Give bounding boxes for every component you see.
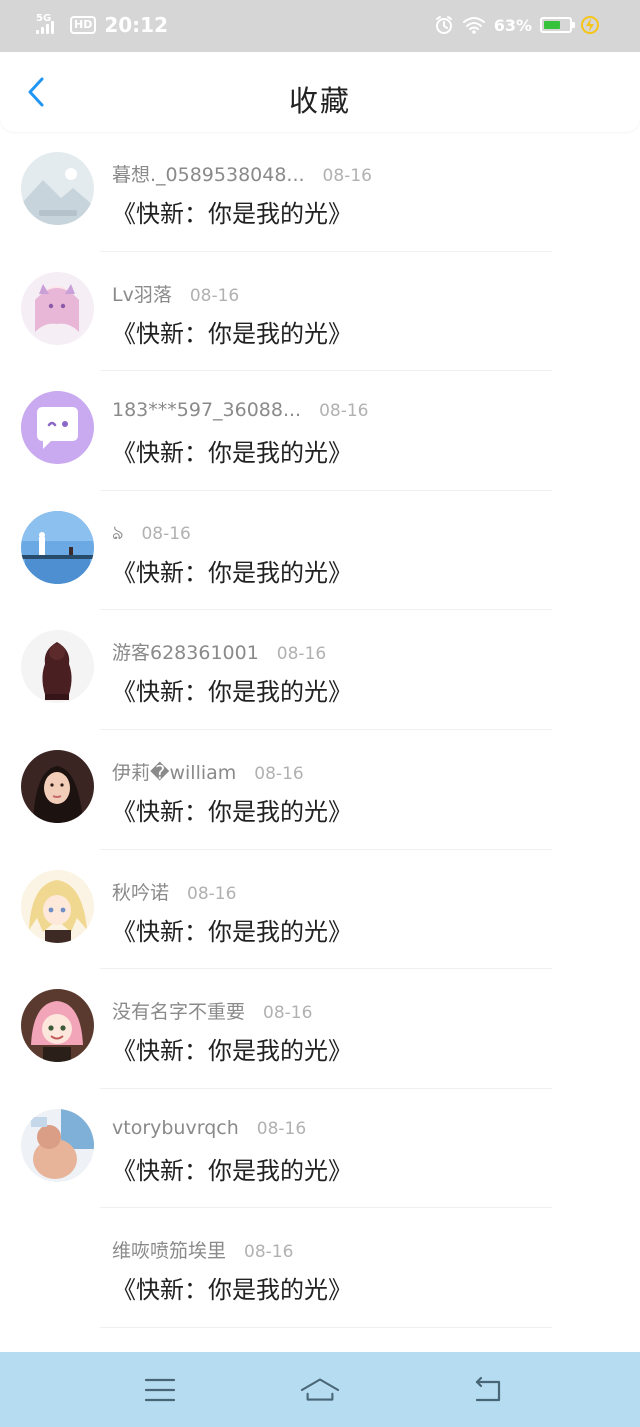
clock: 20:12: [104, 13, 169, 37]
content-title[interactable]: 《快新：你是我的光》: [112, 194, 352, 229]
user-name: 183***597_36088...: [112, 399, 302, 422]
list-item[interactable]: 没有名字不重要 08-16 《快新：你是我的光》: [0, 969, 640, 1089]
alarm-icon: [435, 16, 452, 34]
content-title[interactable]: 《快新：你是我的光》: [112, 553, 352, 588]
avatar[interactable]: [21, 1228, 94, 1302]
hd-badge: HD: [70, 16, 97, 34]
portrait-avatar-icon: [21, 749, 94, 823]
avatar[interactable]: [21, 391, 94, 465]
avatar[interactable]: [21, 271, 94, 345]
date: 08-16: [141, 523, 191, 544]
date: 08-16: [187, 883, 237, 904]
avatar[interactable]: [21, 510, 94, 584]
user-name: 暮想._0589538048...: [112, 164, 305, 186]
system-nav-bar: [0, 1352, 640, 1427]
page-title: 收藏: [288, 84, 351, 118]
avatar[interactable]: [21, 989, 94, 1063]
home-button[interactable]: [300, 1370, 340, 1410]
list-item[interactable]: 维咴喷笳埃里 08-16 《快新：你是我的光》: [0, 1208, 640, 1328]
date: 08-16: [256, 1118, 307, 1139]
avatar[interactable]: [21, 630, 94, 704]
list-item[interactable]: ঌ 08-16 《快新：你是我的光》: [0, 491, 640, 611]
status-bar: 5G HD 20:12 63%: [0, 0, 640, 52]
list-item[interactable]: Lv羽落 08-16 《快新：你是我的光》: [0, 252, 640, 372]
list-item[interactable]: 暮想._0589538048... 08-16 《快新：你是我的光》: [0, 132, 640, 252]
divider: [100, 1326, 552, 1328]
signal-icon: 5G: [36, 14, 62, 36]
avatar[interactable]: [21, 152, 94, 225]
content-title[interactable]: 《快新：你是我的光》: [112, 433, 352, 468]
date: 08-16: [189, 285, 240, 306]
date: 08-16: [244, 1242, 294, 1263]
anime-girl-avatar-icon: [21, 271, 94, 345]
battery-percent: 63%: [493, 15, 532, 35]
user-name: 游客628361001: [112, 642, 259, 665]
charging-icon: [581, 16, 599, 34]
photo-avatar-icon: [21, 1108, 94, 1182]
menu-icon: [144, 1378, 176, 1402]
date: 08-16: [322, 166, 372, 186]
user-name: vtorybuvrqch: [112, 1116, 239, 1139]
date: 08-16: [276, 644, 327, 665]
content-title[interactable]: 《快新：你是我的光》: [112, 672, 352, 707]
user-name: ঌ: [112, 521, 124, 544]
content-title[interactable]: 《快新：你是我的光》: [112, 1151, 352, 1186]
home-icon: [300, 1378, 340, 1401]
list-item[interactable]: 秋吟诺 08-16 《快新：你是我的光》: [0, 850, 640, 970]
chat-bubble-avatar-icon: [21, 391, 94, 465]
content-title[interactable]: 《快新：你是我的光》: [112, 792, 352, 827]
list-item[interactable]: 伊莉�william 08-16 《快新：你是我的光》: [0, 730, 640, 850]
user-name: 伊莉�william: [112, 761, 237, 784]
date: 08-16: [319, 401, 369, 422]
menu-button[interactable]: [140, 1370, 180, 1410]
avatar[interactable]: [21, 749, 94, 823]
header: 收藏: [0, 52, 640, 132]
anime-pink-avatar-icon: [21, 989, 94, 1063]
statue-avatar-icon: [21, 630, 94, 704]
network-type: 5G: [36, 13, 52, 24]
list-item[interactable]: vtorybuvrqch 08-16 《快新：你是我的光》: [0, 1089, 640, 1209]
landscape-avatar-icon: [21, 152, 94, 225]
date: 08-16: [254, 763, 304, 784]
user-name: Lv羽落: [112, 283, 172, 306]
back-icon: [475, 1376, 501, 1402]
content-title[interactable]: 《快新：你是我的光》: [112, 912, 352, 947]
user-name: 维咴喷笳埃里: [112, 1240, 227, 1263]
content-title[interactable]: 《快新：你是我的光》: [112, 1031, 352, 1066]
back-nav-button[interactable]: [468, 1370, 508, 1410]
list-item[interactable]: 183***597_36088... 08-16 《快新：你是我的光》: [0, 371, 640, 491]
date: 08-16: [263, 1003, 313, 1024]
wifi-icon: [462, 17, 485, 34]
blank-avatar-icon: [21, 1228, 94, 1302]
sky-scene-avatar-icon: [21, 510, 94, 584]
avatar[interactable]: [21, 869, 94, 943]
user-name: 秋吟诺: [112, 881, 170, 904]
battery-icon: [540, 17, 575, 33]
favorites-list: 暮想._0589538048... 08-16 《快新：你是我的光》 Lv羽落 …: [0, 132, 640, 1328]
content-title[interactable]: 《快新：你是我的光》: [112, 1270, 352, 1305]
user-name: 没有名字不重要: [112, 1001, 246, 1024]
list-item[interactable]: 游客628361001 08-16 《快新：你是我的光》: [0, 610, 640, 730]
content-title[interactable]: 《快新：你是我的光》: [112, 314, 352, 349]
anime-blonde-avatar-icon: [21, 869, 94, 943]
avatar[interactable]: [21, 1108, 94, 1182]
